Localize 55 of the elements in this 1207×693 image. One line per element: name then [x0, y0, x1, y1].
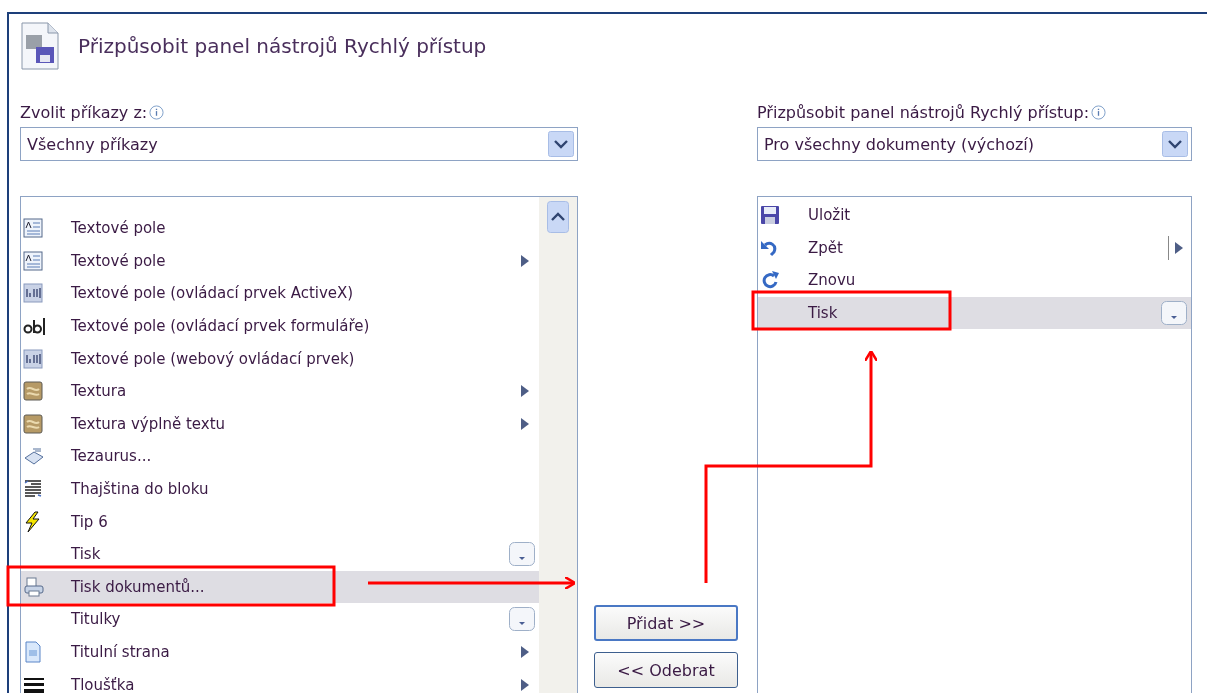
page-icon: [23, 641, 43, 663]
submenu-arrow-icon: [521, 678, 529, 691]
save-icon: [760, 205, 780, 226]
info-icon: [1091, 104, 1106, 120]
dropdown-icon: [509, 607, 535, 632]
command-dropdown[interactable]: Pro všechny dokumenty (výchozí): [757, 127, 1192, 161]
chevron-down-icon: [1162, 131, 1188, 157]
command-item[interactable]: Tisk: [21, 537, 539, 571]
redo-icon: [760, 270, 780, 291]
document-printer-icon: [20, 20, 60, 71]
lightning-icon: [23, 510, 43, 533]
command-item[interactable]: Tisk: [758, 296, 1191, 330]
command-dropdown[interactable]: Všechny příkazy: [20, 127, 578, 161]
text-field-icon: [23, 348, 43, 369]
printer-icon: [23, 576, 45, 597]
add-button[interactable]: Přidat >>: [594, 605, 738, 641]
texture-icon: [23, 413, 43, 434]
section-label: Zvolit příkazy z:: [20, 102, 148, 122]
command-item[interactable]: Thajština do bloku: [21, 472, 539, 506]
submenu-arrow-icon: [521, 417, 529, 430]
command-item[interactable]: Zpět: [758, 231, 1191, 265]
command-item[interactable]: Textové pole (ovládací prvek ActiveX): [21, 277, 539, 310]
texture-icon: [23, 381, 43, 402]
chevron-down-icon: [548, 131, 574, 157]
submenu-arrow-icon: [1168, 235, 1183, 260]
submenu-arrow-icon: [521, 254, 529, 267]
text-field-icon: [23, 283, 43, 304]
command-item[interactable]: Tezaurus...: [21, 440, 539, 473]
dropdown-icon: [1161, 301, 1187, 326]
command-item[interactable]: Tisk dokumentů...: [21, 570, 539, 604]
command-item[interactable]: Textové pole (ovládací prvek formuláře): [21, 309, 539, 343]
command-item[interactable]: Textové pole: [21, 244, 539, 278]
command-item[interactable]: Textové pole (webový ovládací prvek): [21, 342, 539, 375]
scrollbar[interactable]: [539, 197, 577, 693]
submenu-arrow-icon: [521, 385, 529, 398]
command-item[interactable]: Titulky: [21, 603, 539, 636]
section-label: Přizpůsobit panel nástrojů Rychlý přístup:: [757, 102, 1089, 122]
dropdown-icon: [509, 542, 535, 567]
text-cursor-icon: [23, 316, 45, 337]
text-align-icon: [23, 479, 43, 500]
info-icon: [149, 104, 165, 120]
command-item[interactable]: Znovu: [758, 264, 1191, 297]
submenu-arrow-icon: [521, 646, 529, 658]
command-item[interactable]: Uložit: [758, 199, 1191, 232]
command-item[interactable]: Tloušťka: [21, 668, 539, 693]
text-box-icon: [23, 250, 43, 271]
scroll-up-icon[interactable]: [547, 201, 569, 233]
remove-button[interactable]: << Odebrat: [594, 652, 738, 688]
command-item[interactable]: Textové pole: [21, 212, 539, 245]
dialog-title: Přizpůsobit panel nástrojů Rychlý přístup: [78, 33, 487, 58]
command-item[interactable]: Textura výplně textu: [21, 407, 539, 441]
text-box-icon: [23, 218, 43, 239]
command-item[interactable]: Tip 6: [21, 505, 539, 538]
command-item[interactable]: Titulní strana: [21, 635, 539, 669]
command-item[interactable]: Textura: [21, 374, 539, 408]
